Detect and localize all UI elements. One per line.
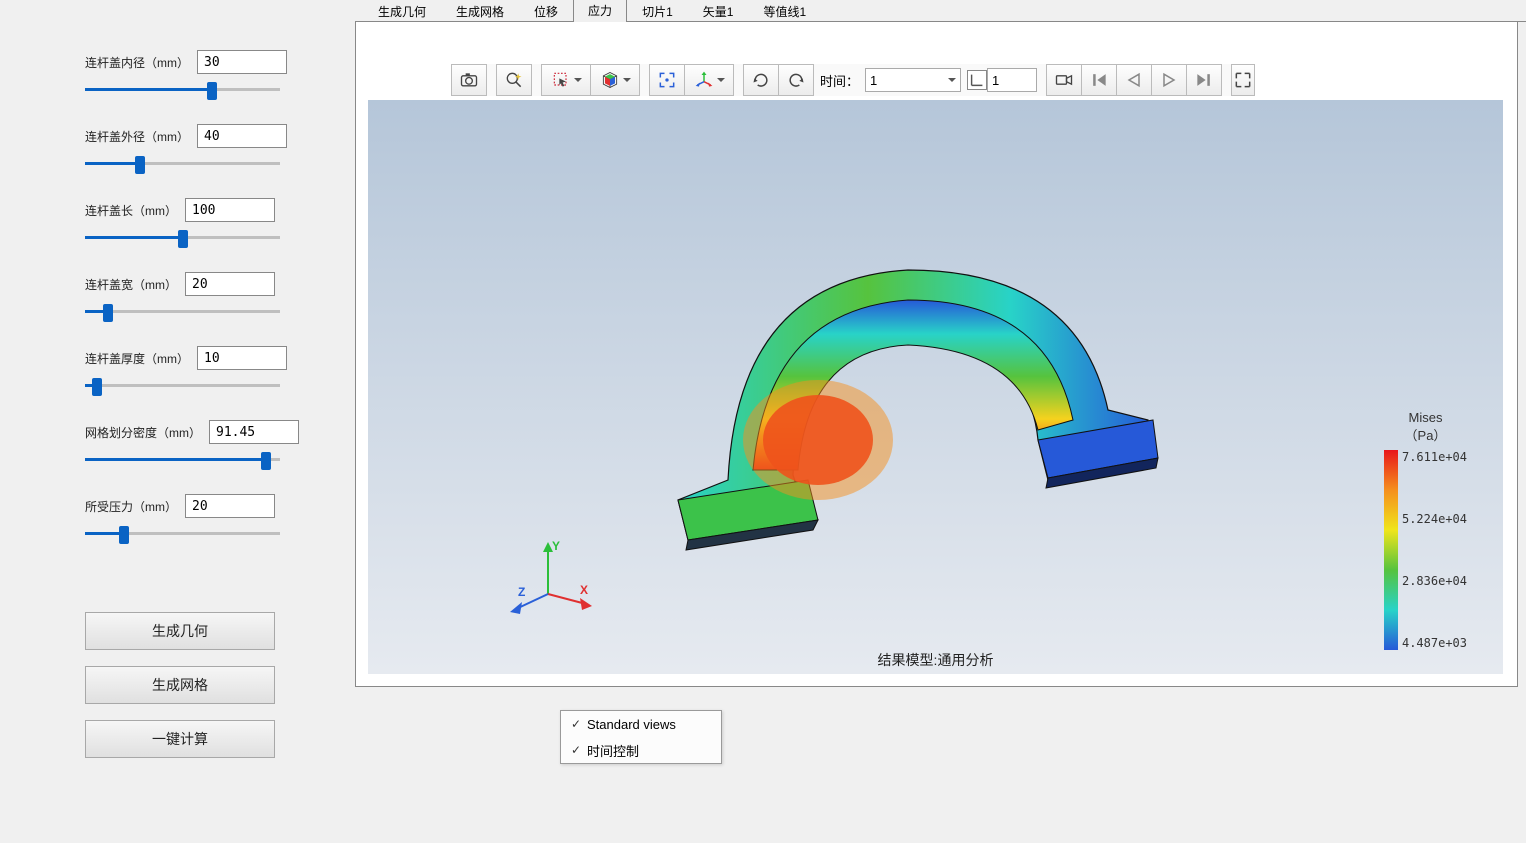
- legend-unit: （Pa）: [1384, 425, 1467, 444]
- outer-radius-input[interactable]: [197, 124, 287, 148]
- viewport-toolbar: 时间： 1: [452, 64, 1255, 96]
- param-label: 所受压力（mm）: [85, 498, 177, 515]
- thickness-slider[interactable]: [85, 378, 280, 394]
- expand-icon[interactable]: [1231, 64, 1255, 96]
- cube-colormap-dropdown[interactable]: [590, 64, 640, 96]
- context-menu: ✓ Standard views ✓ 时间控制: [560, 710, 722, 764]
- color-legend: Mises （Pa） 7.611e+04 5.224e+04 2.836e+04…: [1384, 410, 1467, 650]
- select-tool-dropdown[interactable]: [541, 64, 591, 96]
- check-icon: ✓: [571, 743, 587, 757]
- tab-mesh[interactable]: 生成网格: [441, 0, 519, 24]
- length-input[interactable]: [185, 198, 275, 222]
- param-label: 网格划分密度（mm）: [85, 424, 201, 441]
- rotate-cw-icon[interactable]: [743, 64, 779, 96]
- pressure-slider[interactable]: [85, 526, 280, 542]
- time-select[interactable]: 1: [865, 68, 961, 92]
- generate-mesh-button[interactable]: 生成网格: [85, 666, 275, 704]
- tab-geometry[interactable]: 生成几何: [363, 0, 441, 24]
- viewport-caption: 结果模型:通用分析: [878, 650, 994, 670]
- tab-stress[interactable]: 应力: [573, 0, 627, 24]
- play-reverse-icon[interactable]: [1116, 64, 1152, 96]
- param-label: 连杆盖长（mm）: [85, 202, 177, 219]
- menu-item-standard-views[interactable]: ✓ Standard views: [561, 711, 721, 737]
- tab-bar: 生成几何 生成网格 位移 应力 切片1 矢量1 等值线1: [355, 0, 1526, 22]
- mesh-density-slider[interactable]: [85, 452, 280, 468]
- fea-model: [608, 220, 1168, 560]
- camera-icon[interactable]: [451, 64, 487, 96]
- svg-text:X: X: [580, 583, 588, 597]
- time-label: 时间：: [814, 71, 865, 90]
- inner-radius-input[interactable]: [197, 50, 287, 74]
- check-icon: ✓: [571, 717, 587, 731]
- mesh-density-input[interactable]: [209, 420, 299, 444]
- time-input[interactable]: [987, 68, 1037, 92]
- svg-text:Y: Y: [552, 539, 560, 553]
- menu-item-time-control[interactable]: ✓ 时间控制: [561, 737, 721, 763]
- skip-start-icon[interactable]: [1081, 64, 1117, 96]
- fit-view-icon[interactable]: [649, 64, 685, 96]
- menu-item-label: 时间控制: [587, 741, 639, 760]
- length-slider[interactable]: [85, 230, 280, 246]
- legend-title: Mises: [1384, 410, 1467, 425]
- legend-tick: 4.487e+03: [1402, 636, 1467, 650]
- legend-tick: 2.836e+04: [1402, 574, 1467, 588]
- main-panel: 生成几何 生成网格 位移 应力 切片1 矢量1 等值线1: [355, 0, 1526, 843]
- legend-tick: 7.611e+04: [1402, 450, 1467, 464]
- width-slider[interactable]: [85, 304, 280, 320]
- width-input[interactable]: [185, 272, 275, 296]
- tab-vector1[interactable]: 矢量1: [688, 0, 749, 24]
- axis-triad: Y X Z: [508, 534, 598, 624]
- axis-orientation-dropdown[interactable]: [684, 64, 734, 96]
- generate-geometry-button[interactable]: 生成几何: [85, 612, 275, 650]
- legend-tick: 5.224e+04: [1402, 512, 1467, 526]
- tab-contour1[interactable]: 等值线1: [748, 0, 821, 24]
- param-label: 连杆盖外径（mm）: [85, 128, 189, 145]
- play-icon[interactable]: [1151, 64, 1187, 96]
- param-label: 连杆盖厚度（mm）: [85, 350, 189, 367]
- param-label: 连杆盖内径（mm）: [85, 54, 189, 71]
- thickness-input[interactable]: [197, 346, 287, 370]
- angle-icon[interactable]: [967, 70, 987, 90]
- video-camera-icon[interactable]: [1046, 64, 1082, 96]
- pressure-input[interactable]: [185, 494, 275, 518]
- sidebar: 连杆盖内径（mm） 连杆盖外径（mm） 连杆盖长（mm） 连杆盖宽（mm）: [0, 0, 355, 843]
- legend-colorbar: [1384, 450, 1398, 650]
- skip-end-icon[interactable]: [1186, 64, 1222, 96]
- viewport-3d[interactable]: Y X Z Mises （Pa） 7.611e+04 5: [368, 100, 1503, 674]
- rotate-ccw-icon[interactable]: [778, 64, 814, 96]
- inner-radius-slider[interactable]: [85, 82, 280, 98]
- tab-displacement[interactable]: 位移: [519, 0, 573, 24]
- magnifier-sparkle-icon[interactable]: [496, 64, 532, 96]
- calculate-button[interactable]: 一键计算: [85, 720, 275, 758]
- outer-radius-slider[interactable]: [85, 156, 280, 172]
- param-label: 连杆盖宽（mm）: [85, 276, 177, 293]
- menu-item-label: Standard views: [587, 717, 676, 732]
- svg-text:Z: Z: [518, 585, 525, 599]
- tab-slice1[interactable]: 切片1: [627, 0, 688, 24]
